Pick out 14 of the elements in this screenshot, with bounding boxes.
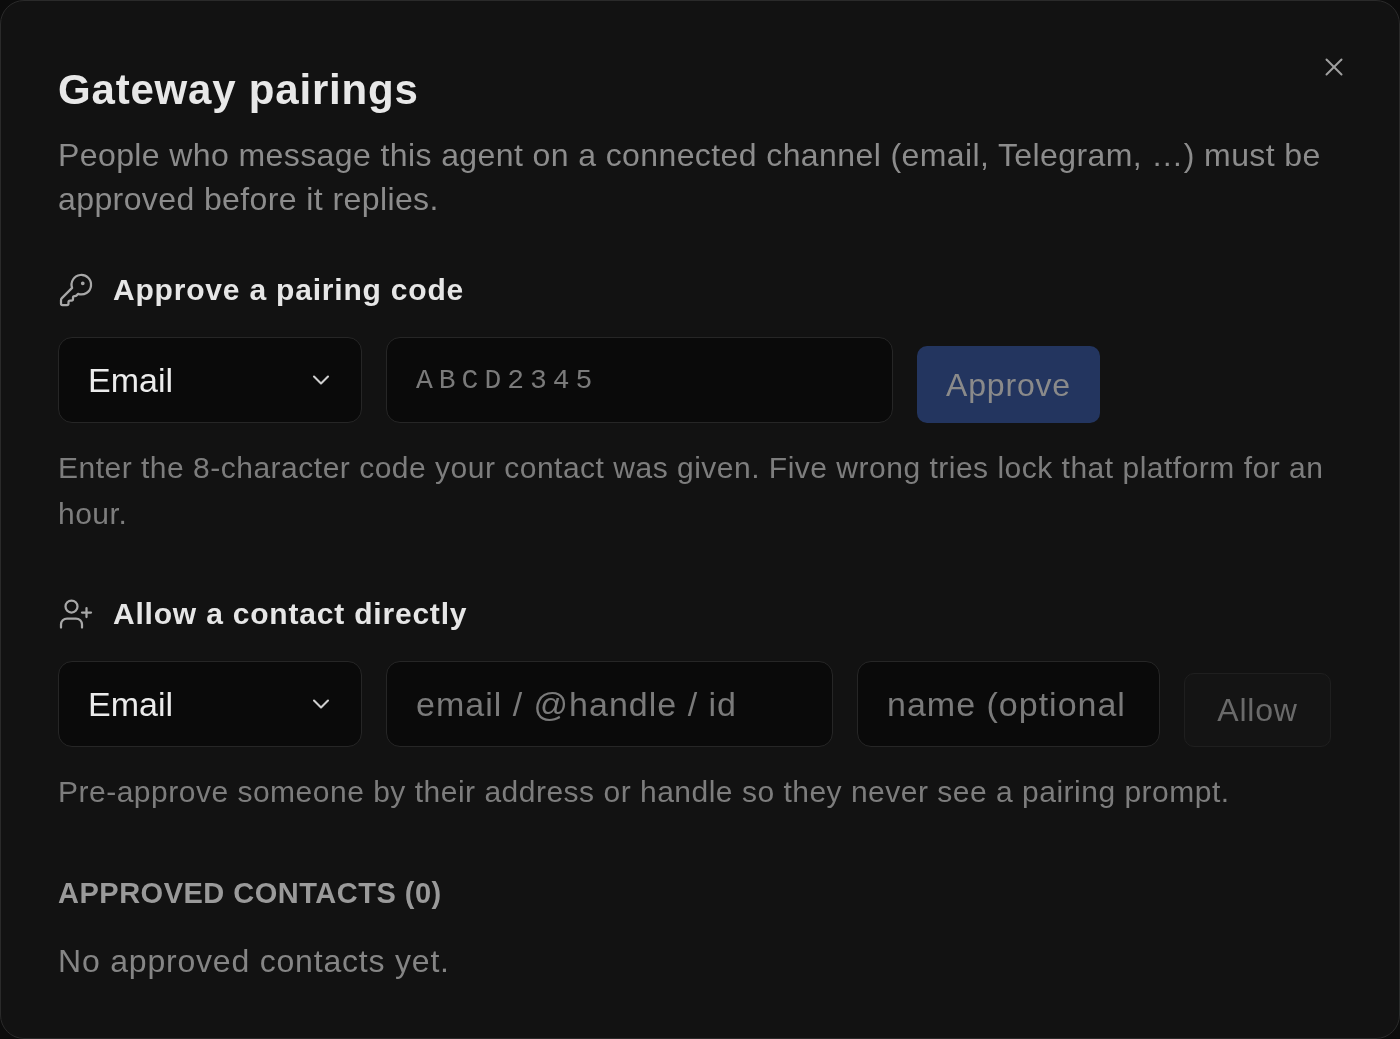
empty-state-text: No approved contacts yet. bbox=[58, 942, 450, 981]
key-icon bbox=[58, 272, 94, 308]
dialog-description: People who message this agent on a connected channel (email, Telegram, …) must be approved before it replies. bbox=[58, 136, 1322, 219]
help-text: Pre-approve someone by their address or handle so they never see a pairing prompt. bbox=[58, 774, 1231, 810]
approved-contacts-heading: APPROVED CONTACTS (0) bbox=[58, 876, 442, 911]
text-input-field[interactable]: email / @handle / id bbox=[386, 661, 833, 747]
dialog-title: Gateway pairings bbox=[58, 66, 419, 114]
help-text: Enter the 8-character code your contact was given. Five wrong tries lock that platform for an hour. bbox=[58, 450, 1325, 532]
channel-select[interactable]: Email bbox=[58, 661, 362, 747]
section-heading: Allow a contact directly bbox=[113, 596, 468, 632]
code-input-field[interactable]: ABCD2345 bbox=[386, 337, 893, 423]
section-heading: Approve a pairing code bbox=[113, 272, 464, 308]
channel-select[interactable]: Email bbox=[58, 337, 362, 423]
text-input-field[interactable]: name (optional bbox=[857, 661, 1160, 747]
